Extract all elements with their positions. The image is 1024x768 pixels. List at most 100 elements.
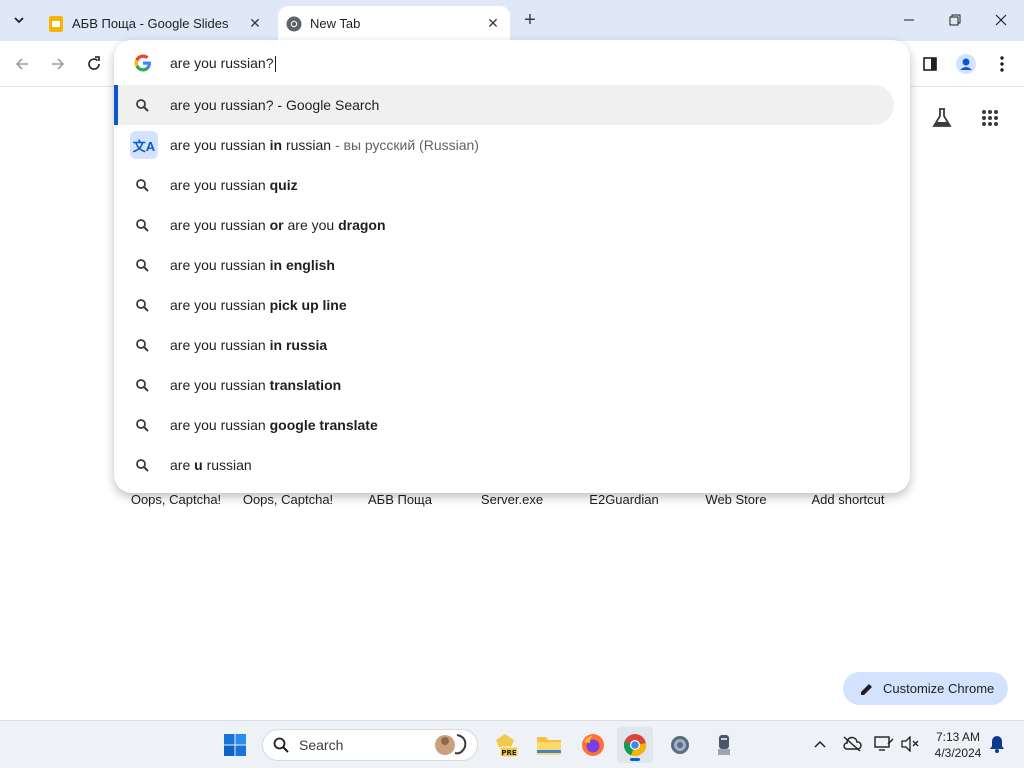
chrome-menu-button[interactable] <box>988 50 1016 78</box>
suggestion-row[interactable]: are you russian in english <box>114 245 894 285</box>
notifications-button[interactable] <box>986 733 1008 755</box>
avatar-icon <box>956 54 976 74</box>
suggestion-text: are you russian in russia <box>170 337 328 353</box>
chrome-icon <box>623 734 646 757</box>
suggestion-row[interactable]: are you russian? - Google Search <box>114 85 894 125</box>
close-icon <box>995 14 1007 26</box>
shortcut-tile[interactable]: Oops, Captcha! <box>232 492 344 507</box>
taskbar-app-pre[interactable]: PRE <box>487 727 523 763</box>
chevron-down-icon <box>14 17 24 24</box>
labs-button[interactable] <box>927 103 957 133</box>
volume-button[interactable] <box>899 733 921 755</box>
suggestion-text: are you russian in russian - вы русский … <box>170 137 479 153</box>
gear-icon <box>671 736 689 754</box>
taskbar-search[interactable]: Search <box>262 729 478 761</box>
suggestion-row[interactable]: are you russian in russia <box>114 325 894 365</box>
clock-time: 7:13 AM <box>935 730 981 744</box>
shortcut-tile[interactable]: Web Store <box>680 492 792 507</box>
suggestion-row[interactable]: are you russian google translate <box>114 405 894 445</box>
suggestion-row[interactable]: are you russian translation <box>114 365 894 405</box>
tab-google-slides[interactable]: АБВ Поща - Google Slides ✕ <box>40 6 272 41</box>
shortcut-tile[interactable]: АБВ Поща <box>344 492 456 507</box>
side-panel-icon <box>923 57 937 71</box>
suggestion-row[interactable]: are you russian quiz <box>114 165 894 205</box>
tab-new-tab[interactable]: New Tab ✕ <box>278 6 510 41</box>
onedrive-button[interactable] <box>841 733 863 755</box>
google-apps-button[interactable] <box>975 103 1005 133</box>
back-button[interactable] <box>8 50 36 78</box>
suggestion-row[interactable]: are you russian pick up line <box>114 285 894 325</box>
arrow-left-icon <box>15 58 28 70</box>
suggestion-text: are you russian or are you dragon <box>170 217 386 233</box>
taskbar-firefox[interactable] <box>575 727 611 763</box>
shortcut-tile[interactable]: Oops, Captcha! <box>120 492 232 507</box>
restore-icon <box>949 14 961 26</box>
tab-strip: АБВ Поща - Google Slides ✕ New Tab ✕ + <box>0 0 1024 41</box>
shortcut-tile[interactable]: Server.exe <box>456 492 568 507</box>
search-highlight-icon <box>435 734 467 755</box>
profile-button[interactable] <box>952 50 980 78</box>
text-caret <box>274 56 276 73</box>
restore-button[interactable] <box>932 0 978 40</box>
close-window-button[interactable] <box>978 0 1024 40</box>
google-g-icon <box>134 54 151 72</box>
new-tab-button[interactable]: + <box>518 8 542 32</box>
suggestion-row[interactable]: are you russian or are you dragon <box>114 205 894 245</box>
search-icon <box>273 737 289 753</box>
close-icon[interactable]: ✕ <box>246 15 264 33</box>
cloud-off-icon <box>843 736 862 752</box>
chevron-up-icon <box>814 740 826 748</box>
shortcut-tile[interactable]: E2Guardian <box>568 492 680 507</box>
suggestion-row[interactable]: are u russian <box>114 445 894 485</box>
suggestion-text: are u russian <box>170 457 252 473</box>
search-icon <box>134 97 150 113</box>
taskbar-settings[interactable] <box>662 727 698 763</box>
copilot-pre-icon: PRE <box>496 734 518 758</box>
start-button[interactable] <box>217 727 253 763</box>
add-shortcut-tile[interactable]: Add shortcut <box>792 492 904 507</box>
suggestion-text: are you russian google translate <box>170 417 378 433</box>
voice-recorder-icon <box>718 735 730 755</box>
arrow-right-icon <box>52 58 65 70</box>
reload-button[interactable] <box>80 50 108 78</box>
taskbar-chrome[interactable] <box>617 727 653 763</box>
suggestion-text: are you russian? - Google Search <box>170 97 380 113</box>
windows-logo-icon <box>224 734 246 756</box>
search-icon <box>134 377 150 393</box>
customize-chrome-button[interactable]: Customize Chrome <box>843 672 1008 705</box>
suggestion-text: are you russian quiz <box>170 177 298 193</box>
minimize-button[interactable] <box>886 0 932 40</box>
more-vert-icon <box>1000 56 1004 72</box>
side-panel-button[interactable] <box>916 50 944 78</box>
close-icon[interactable]: ✕ <box>484 15 502 33</box>
omnibox-input-text[interactable]: are you russian? <box>170 55 276 73</box>
pencil-icon <box>859 681 875 697</box>
firefox-icon <box>582 734 604 756</box>
svg-text:PRE: PRE <box>501 749 517 757</box>
windows-taskbar: Search PRE 7:13 AM 4/3/2024 <box>0 720 1024 768</box>
omnibox-dropdown: are you russian? are you russian? - Goog… <box>114 40 910 493</box>
translate-icon: 文A <box>130 131 158 159</box>
search-icon <box>134 337 150 353</box>
system-clock[interactable]: 7:13 AM 4/3/2024 <box>928 729 988 761</box>
show-hidden-icons-button[interactable] <box>809 733 831 755</box>
search-icon <box>134 177 150 193</box>
clock-date: 4/3/2024 <box>934 746 982 760</box>
network-icon <box>874 736 894 751</box>
chrome-icon <box>286 16 302 32</box>
forward-button[interactable] <box>44 50 72 78</box>
taskbar-file-explorer[interactable] <box>531 727 567 763</box>
suggestion-text: are you russian pick up line <box>170 297 347 313</box>
search-icon <box>134 417 150 433</box>
tab-search-button[interactable] <box>6 8 32 32</box>
bell-icon <box>990 736 1004 753</box>
folder-icon <box>537 737 561 755</box>
taskbar-app[interactable] <box>706 727 742 763</box>
suggestion-text: are you russian in english <box>170 257 335 273</box>
minimize-icon <box>904 19 914 21</box>
omnibox[interactable]: are you russian? <box>114 40 910 86</box>
suggestion-text: are you russian translation <box>170 377 342 393</box>
suggestion-row[interactable]: 文A are you russian in russian - вы русск… <box>114 125 894 165</box>
active-indicator <box>630 758 640 761</box>
network-button[interactable] <box>873 733 895 755</box>
